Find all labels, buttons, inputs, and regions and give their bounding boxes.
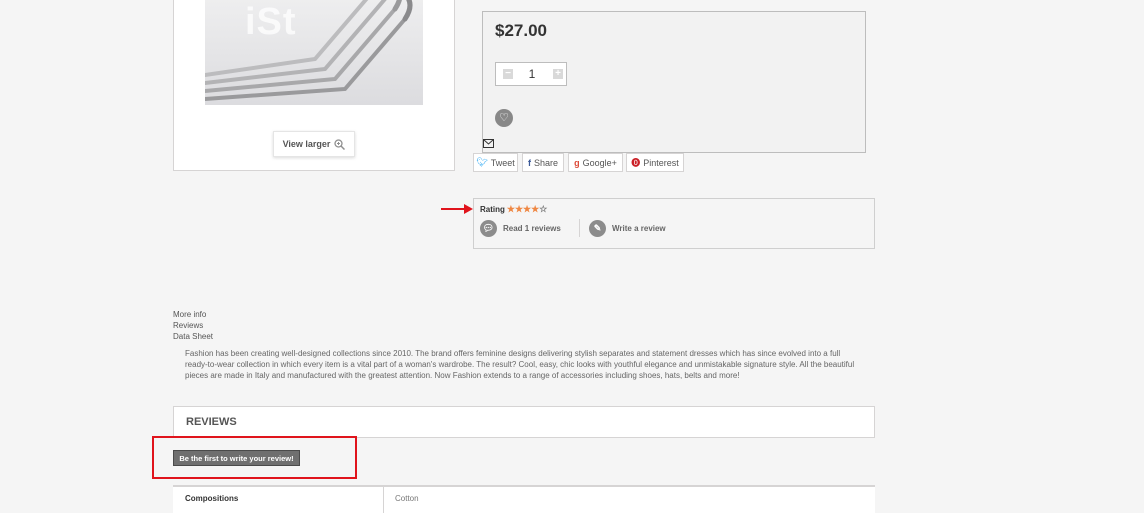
table-divider <box>383 487 384 513</box>
pinterest-icon: ⓿ <box>631 158 641 168</box>
divider <box>579 219 580 237</box>
tab-more-info[interactable]: More info <box>173 310 206 319</box>
hanger-illustration <box>205 0 413 101</box>
send-to-friend-mail-icon[interactable] <box>483 139 494 151</box>
quantity-stepper: − 1 + <box>495 62 567 86</box>
product-image-panel: iSt View larger <box>173 0 455 171</box>
reviews-title: REVIEWS <box>186 416 237 428</box>
annotation-arrow-icon <box>441 204 473 214</box>
google-plus-icon: g <box>574 157 580 168</box>
rating-panel: Rating ★★★★☆ 💬︎ Read 1 reviews ✎ Write a… <box>473 198 875 249</box>
star-filled-icon: ★ <box>523 204 532 214</box>
share-label: Share <box>533 157 559 168</box>
tab-reviews[interactable]: Reviews <box>173 321 203 330</box>
quantity-input[interactable]: 1 <box>522 67 542 81</box>
rating-stars: ★★★★☆ <box>507 205 547 214</box>
first-review-button[interactable]: Be the first to write your review! <box>173 450 300 466</box>
tab-data-sheet[interactable]: Data Sheet <box>173 332 213 341</box>
view-larger-button[interactable]: View larger <box>273 131 355 157</box>
star-filled-icon: ★ <box>514 204 524 214</box>
quantity-decrease-button[interactable]: − <box>503 69 513 79</box>
rating-row: Rating ★★★★☆ <box>480 205 547 215</box>
data-sheet-value: Cotton <box>395 494 419 503</box>
write-review-link[interactable]: ✎ Write a review <box>589 220 666 237</box>
read-reviews-label: Read 1 reviews <box>503 224 561 233</box>
star-empty-icon: ☆ <box>539 204 548 214</box>
read-reviews-link[interactable]: 💬︎ Read 1 reviews <box>480 220 561 237</box>
pinterest-button[interactable]: ⓿ Pinterest <box>626 153 684 172</box>
quantity-increase-button[interactable]: + <box>553 69 563 79</box>
wishlist-heart-icon[interactable]: ♡ <box>495 109 513 127</box>
product-description: Fashion has been creating well-designed … <box>185 349 855 380</box>
facebook-share-button[interactable]: f Share <box>522 153 564 172</box>
view-larger-label: View larger <box>282 139 331 149</box>
star-filled-icon: ★ <box>506 204 515 214</box>
reviews-header: REVIEWS <box>173 406 875 438</box>
google-label: Google+ <box>582 157 617 168</box>
twitter-icon: 🐦︎ <box>476 157 488 167</box>
zoom-icon <box>334 138 346 150</box>
rating-label: Rating <box>480 205 505 214</box>
star-filled-icon: ★ <box>531 204 540 214</box>
data-sheet-key: Compositions <box>185 494 239 503</box>
product-photo[interactable]: iSt <box>205 0 423 105</box>
data-sheet-table: Compositions Cotton <box>173 485 875 513</box>
write-review-label: Write a review <box>612 224 666 233</box>
buy-block: $27.00 − 1 + ♡ <box>482 11 866 153</box>
pinterest-label: Pinterest <box>643 157 679 168</box>
pencil-icon: ✎ <box>589 220 606 237</box>
comment-icon: 💬︎ <box>480 220 497 237</box>
product-price: $27.00 <box>495 21 547 40</box>
facebook-icon: f <box>527 157 531 168</box>
tweet-label: Tweet <box>490 157 515 168</box>
tweet-button[interactable]: 🐦︎ Tweet <box>473 153 518 172</box>
google-plus-button[interactable]: g Google+ <box>568 153 623 172</box>
